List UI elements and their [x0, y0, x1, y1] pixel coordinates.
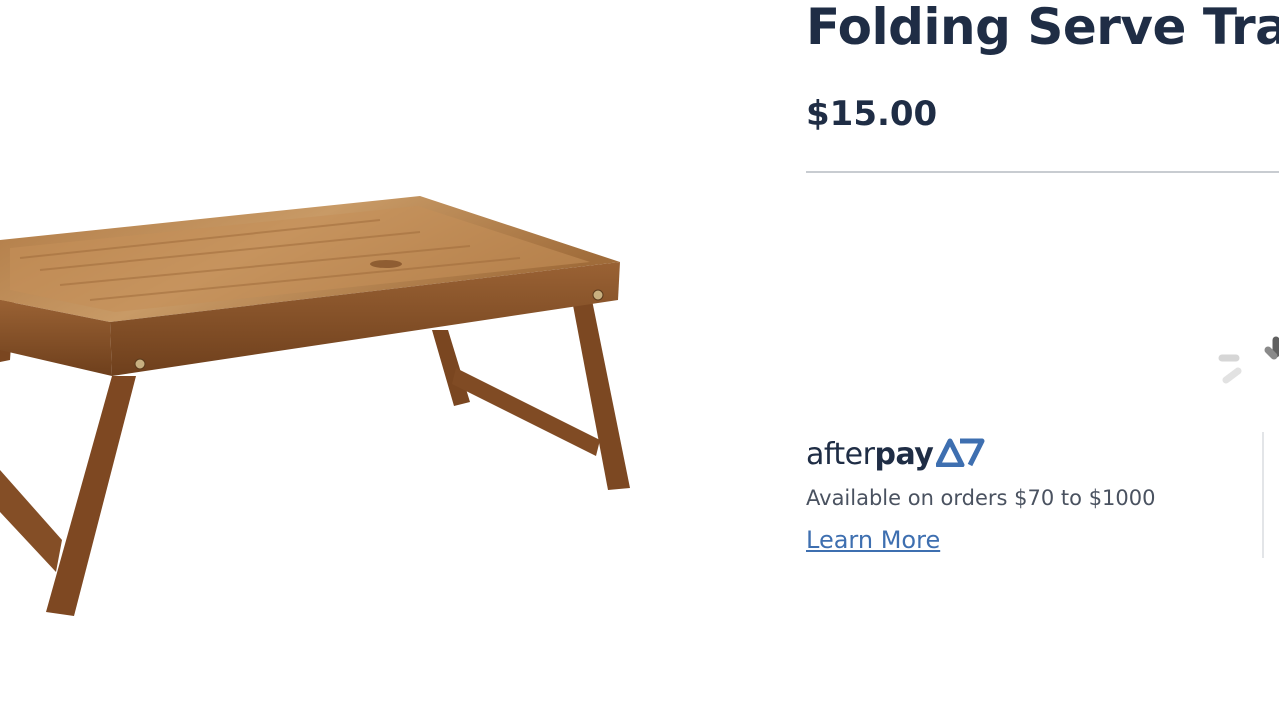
afterpay-logo: afterpay	[806, 432, 986, 476]
product-title: Folding Serve Tray	[806, 0, 1279, 56]
afterpay-brand-pay: pay	[874, 436, 934, 472]
section-separator	[1262, 432, 1264, 558]
spinner-icon	[1212, 328, 1279, 392]
afterpay-brand-after: after	[806, 436, 875, 472]
afterpay-availability: Available on orders $70 to $1000	[806, 486, 1156, 510]
product-image[interactable]	[0, 160, 660, 640]
afterpay-arrows-icon	[935, 437, 986, 471]
product-price: $15.00	[806, 94, 938, 134]
learn-more-link[interactable]: Learn More	[806, 526, 940, 554]
divider	[806, 171, 1279, 173]
